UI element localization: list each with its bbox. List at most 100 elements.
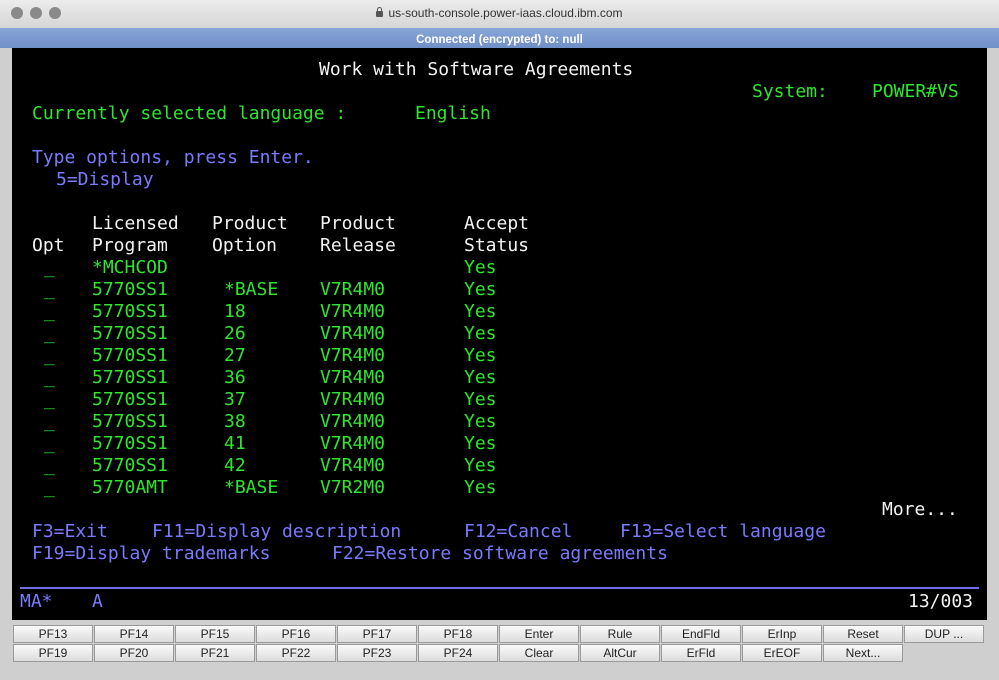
system-label: System: [752,81,828,102]
product-option: 42 [224,455,246,476]
opt-input[interactable]: _ [44,455,55,477]
product-option: 36 [224,367,246,388]
key-erinp-button[interactable]: ErInp [742,625,822,643]
instruction-text: Type options, press Enter. [32,147,314,168]
header-product-release-1: Product [320,213,396,234]
opt-input[interactable]: _ [44,411,55,433]
header-licensed: Licensed [92,213,179,234]
licensed-program: 5770SS1 [92,367,168,388]
product-option: 41 [224,433,246,454]
licensed-program: *MCHCOD [92,257,168,278]
accept-status: Yes [464,411,497,432]
key-pf20-button[interactable]: PF20 [94,644,174,662]
key-pf17-button[interactable]: PF17 [337,625,417,643]
licensed-program: 5770SS1 [92,345,168,366]
header-release: Release [320,235,396,256]
terminal-screen[interactable]: Work with Software Agreements System: PO… [12,48,987,620]
status-mode: A [92,591,103,612]
product-release: V7R4M0 [320,389,386,410]
opt-input[interactable]: _ [44,477,55,499]
language-label: Currently selected language : [32,103,347,124]
accept-status: Yes [464,389,497,410]
key-pf18-button[interactable]: PF18 [418,625,498,643]
licensed-program: 5770SS1 [92,455,168,476]
connection-status-bar: Connected (encrypted) to: null [0,28,999,48]
licensed-program: 5770SS1 [92,389,168,410]
licensed-program: 5770SS1 [92,301,168,322]
key-ereof-button[interactable]: ErEOF [742,644,822,662]
product-release: V7R4M0 [320,323,386,344]
key-pf13-button[interactable]: PF13 [13,625,93,643]
opt-input[interactable]: _ [44,345,55,367]
fkey-f13-select-language[interactable]: F13=Select language [620,521,826,543]
lock-icon [376,7,384,17]
fkey-f22-restore-agreements[interactable]: F22=Restore software agreements [332,543,668,565]
more-indicator: More... [882,499,958,520]
accept-status: Yes [464,279,497,300]
header-program: Program [92,235,168,256]
product-option: 38 [224,411,246,432]
licensed-program: 5770SS1 [92,279,168,300]
product-release: V7R2M0 [320,477,386,498]
accept-status: Yes [464,257,497,278]
product-release: V7R4M0 [320,411,386,432]
key-rule-button[interactable]: Rule [580,625,660,643]
key-pf14-button[interactable]: PF14 [94,625,174,643]
key-erfld-button[interactable]: ErFld [661,644,741,662]
licensed-program: 5770SS1 [92,433,168,454]
key-pf24-button[interactable]: PF24 [418,644,498,662]
product-release: V7R4M0 [320,279,386,300]
key-reset-button[interactable]: Reset [823,625,903,643]
system-name: POWER#VS [872,81,959,102]
fkey-f11-display-description[interactable]: F11=Display description [152,521,401,543]
fkey-f3-exit[interactable]: F3=Exit [32,521,108,543]
connection-status: Connected (encrypted) to: null [416,34,583,46]
opt-input[interactable]: _ [44,389,55,411]
licensed-program: 5770SS1 [92,411,168,432]
opt-input[interactable]: _ [44,323,55,345]
accept-status: Yes [464,455,497,476]
key-next-button[interactable]: Next... [823,644,903,662]
opt-input[interactable]: _ [44,301,55,323]
key-pf16-button[interactable]: PF16 [256,625,336,643]
key-pf19-button[interactable]: PF19 [13,644,93,662]
product-option: *BASE [224,279,279,300]
address-bar: us-south-console.power-iaas.cloud.ibm.co… [0,6,999,20]
product-release: V7R4M0 [320,433,386,454]
header-opt: Opt [32,235,65,256]
header-option: Option [212,235,278,256]
opt-input[interactable]: _ [44,257,55,279]
product-release: V7R4M0 [320,301,386,322]
key-altcur-button[interactable]: AltCur [580,644,660,662]
licensed-program: 5770SS1 [92,323,168,344]
status-separator [20,587,979,589]
keypad: PF13 PF14 PF15 PF16 PF17 PF18 Enter Rule EndFld E… [12,625,987,663]
licensed-program: 5770AMT [92,477,168,498]
option-5-display: 5=Display [56,169,154,190]
product-option: 18 [224,301,246,322]
opt-input[interactable]: _ [44,433,55,455]
key-enter-button[interactable]: Enter [499,625,579,643]
accept-status: Yes [464,323,497,344]
accept-status: Yes [464,367,497,388]
url-text: us-south-console.power-iaas.cloud.ibm.co… [388,6,623,20]
key-clear-button[interactable]: Clear [499,644,579,662]
fkey-f12-cancel[interactable]: F12=Cancel [464,521,572,543]
key-pf15-button[interactable]: PF15 [175,625,255,643]
language-value: English [415,103,491,124]
key-pf22-button[interactable]: PF22 [256,644,336,662]
product-release: V7R4M0 [320,367,386,388]
product-option: 37 [224,389,246,410]
key-endfld-button[interactable]: EndFld [661,625,741,643]
accept-status: Yes [464,301,497,322]
fkey-f19-display-trademarks[interactable]: F19=Display trademarks [32,543,270,565]
product-release: V7R4M0 [320,455,386,476]
key-pf23-button[interactable]: PF23 [337,644,417,662]
opt-input[interactable]: _ [44,367,55,389]
key-dup-button[interactable]: DUP ... [904,625,984,643]
opt-input[interactable]: _ [44,279,55,301]
status-session: MA* [20,591,53,612]
key-pf21-button[interactable]: PF21 [175,644,255,662]
cursor-position: 13/003 [908,591,974,612]
header-product-option-1: Product [212,213,288,234]
